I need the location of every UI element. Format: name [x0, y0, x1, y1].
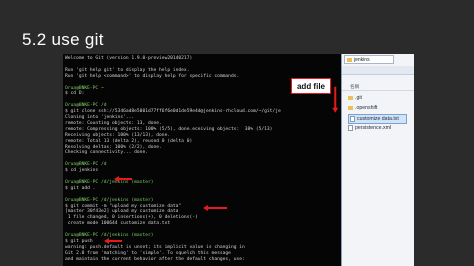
terminal-output-line: remote: Compressing objects: 100% (5/5),… — [65, 126, 273, 132]
terminal-output-line: create mode 100644 customize data.txt — [65, 221, 171, 227]
arrow-git-add — [114, 176, 132, 181]
terminal-prompt-line: Orua@BNKE-PC /d/jenkins (master) — [65, 233, 154, 238]
terminal-output-line: Resolving deltas: 100% (2/2), done. — [65, 144, 162, 150]
explorer-item-label: .git — [355, 95, 362, 101]
explorer-item-label: customize data.txt — [357, 116, 399, 122]
explorer-list-item[interactable]: .git — [348, 94, 362, 102]
file-icon — [350, 115, 355, 122]
terminal-prompt-line: Orua@BNKE-PC /d — [65, 103, 107, 109]
terminal-prompt-line: Orua@BNKE-PC /d/jenkins (master) — [65, 179, 154, 185]
file-icon — [348, 124, 353, 131]
terminal-output-line: warning: push.default is unset; its impl… — [65, 244, 245, 250]
explorer-tab[interactable]: jenkins — [344, 55, 394, 64]
terminal-output-line: $ cd jenkins — [65, 168, 99, 174]
folder-icon — [347, 58, 352, 62]
arrow-git-push — [104, 238, 122, 243]
screenshot: Welcome to Git (version 1.9.0-preview201… — [63, 54, 414, 266]
terminal-output-line: $ git push — [65, 238, 93, 244]
arrow-git-commit — [203, 205, 227, 210]
terminal-output-line: $ cd D: — [65, 91, 85, 97]
column-header-name[interactable]: 名稱 — [342, 84, 414, 91]
terminal-output-line: remote: Total 13 (delta 2), reused 0 (de… — [65, 138, 193, 144]
explorer-list-item[interactable]: persistence.xml — [348, 124, 391, 132]
terminal-output-line: $ git clone ssh://5346ad8e5001d77ff6f6e0… — [65, 109, 281, 115]
terminal-prompt-line: Orua@BNKE-PC ~ — [65, 85, 104, 91]
explorer-item-label: persistence.xml — [355, 125, 392, 131]
explorer-tab-label: jenkins — [354, 57, 370, 63]
folder-icon — [348, 105, 353, 110]
terminal-output-line: Welcome to Git (version 1.9.0-preview201… — [65, 56, 193, 61]
terminal-output-line: Git 2.0 from 'matching' to 'simple'. To … — [65, 250, 231, 256]
add-file-callout: add file — [291, 78, 331, 94]
explorer-item-label: .openshift — [355, 105, 378, 111]
terminal-output-line: Checking connectivity... done. — [65, 150, 148, 156]
terminal-output-line: remote: Counting objects: 13, done. — [65, 120, 162, 126]
file-explorer: jenkins 名稱 .git .openshift customize data.… — [341, 54, 414, 266]
terminal-prompt-line: Orua@BNKE-PC /d — [65, 162, 107, 168]
terminal-output-line: Cloning into 'jenkins'... — [65, 115, 135, 120]
arrow-add-file — [334, 86, 336, 109]
slide-title: 5.2 use git — [22, 30, 104, 49]
explorer-list-item[interactable]: customize data.txt — [348, 114, 407, 124]
explorer-toolbar — [342, 66, 414, 75]
terminal-output-line: Run 'git help git' to display the help i… — [65, 67, 190, 73]
terminal-output-line: $ git commit -m "upload my customize dat… — [65, 203, 182, 209]
terminal-output-line: $ git add . — [65, 185, 96, 191]
terminal-output-line: 1 file changed, 0 insertions(+), 0 delet… — [65, 215, 198, 221]
terminal-output-line: [master 30f43e2] upload my customize dat… — [65, 209, 179, 215]
terminal-output-line: and maintain the current behavior after … — [65, 256, 245, 262]
folder-icon — [348, 95, 353, 100]
terminal-output-line: Run 'git help <command>' to display help… — [65, 73, 240, 79]
terminal-output-line: Receiving objects: 100% (13/13), done. — [65, 132, 171, 138]
explorer-list-item[interactable]: .openshift — [348, 104, 378, 112]
terminal-prompt-line: Orua@BNKE-PC /d/jenkins (master) — [65, 197, 154, 203]
